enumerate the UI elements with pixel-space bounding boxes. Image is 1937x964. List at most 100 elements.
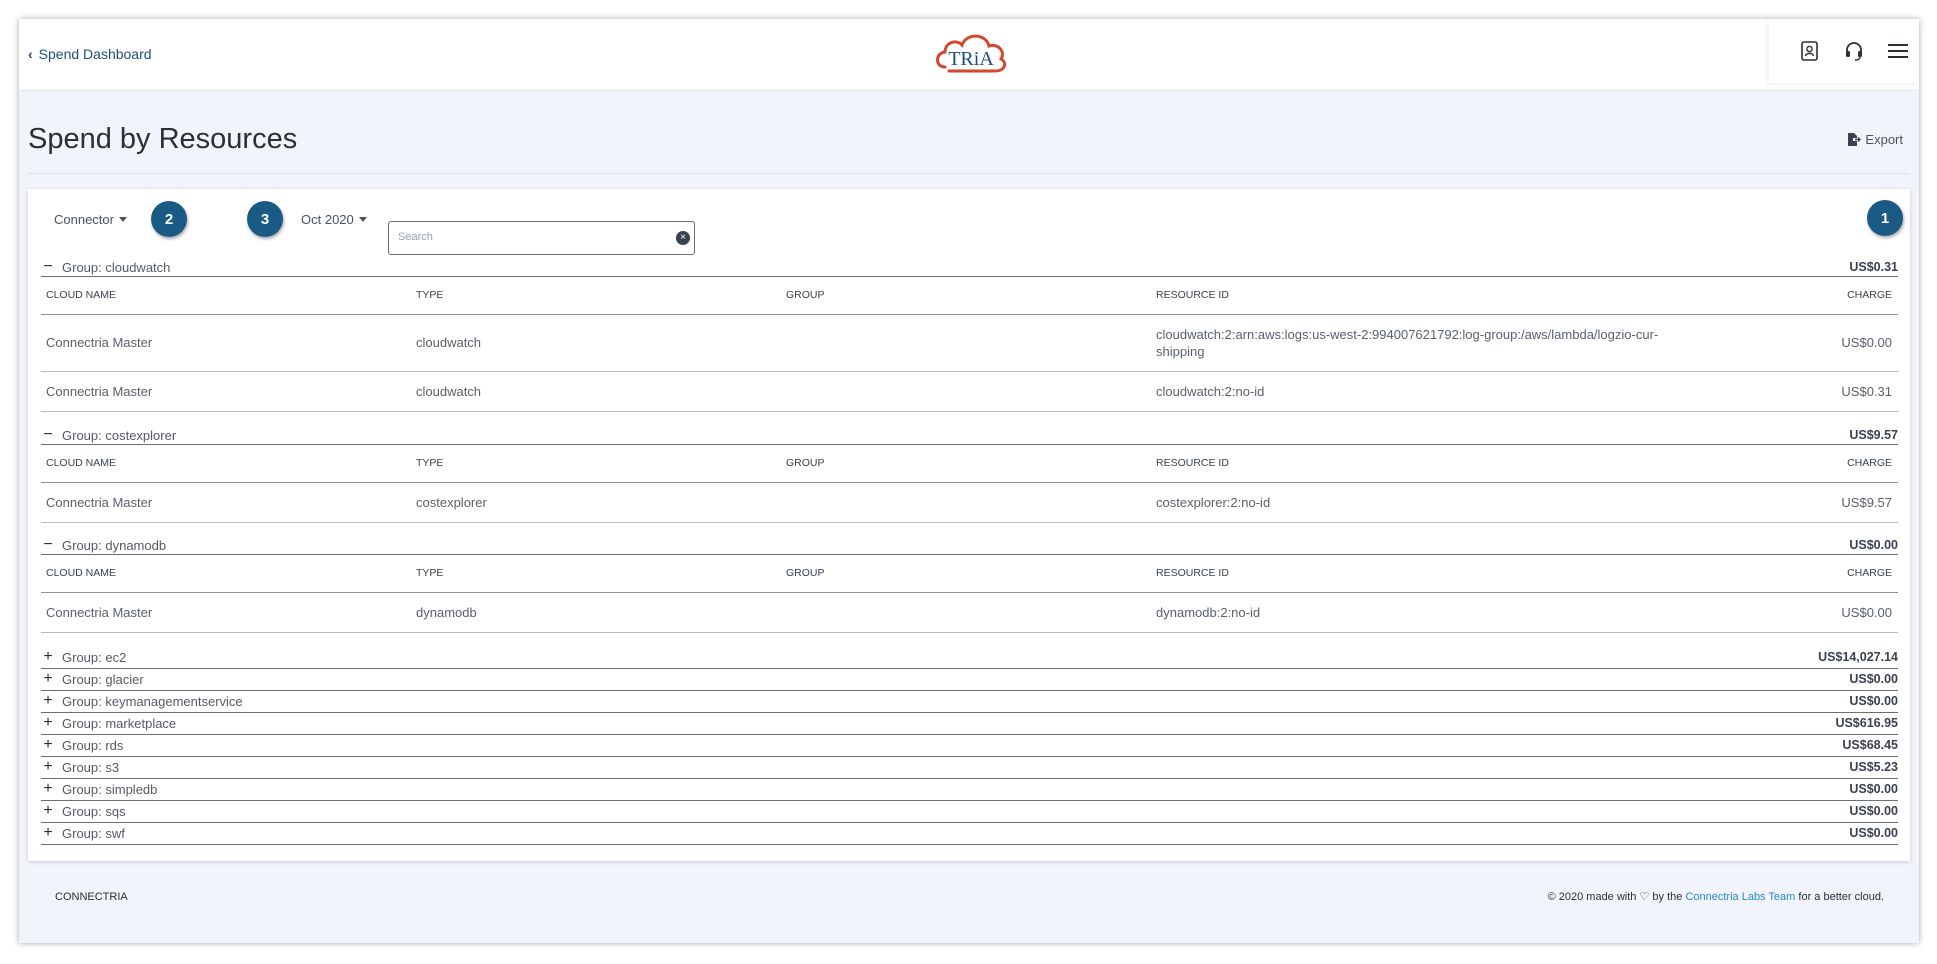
group-header[interactable]: + Group: ec2 US$14,027.14 bbox=[41, 647, 1898, 669]
team-link[interactable]: Connectria Labs Team bbox=[1685, 891, 1795, 903]
divider bbox=[28, 173, 1910, 174]
type: dynamodb bbox=[416, 605, 477, 620]
back-link-label: Spend Dashboard bbox=[38, 46, 152, 62]
month-label: Oct 2020 bbox=[301, 212, 354, 227]
menu-icon[interactable] bbox=[1887, 40, 1909, 62]
group-total: US$5.23 bbox=[1849, 760, 1898, 774]
group-header[interactable]: − Group: costexplorer US$9.57 bbox=[41, 426, 1898, 445]
group-header[interactable]: + Group: s3 US$5.23 bbox=[41, 757, 1898, 779]
col-type[interactable]: TYPE bbox=[416, 457, 443, 469]
type: cloudwatch bbox=[416, 335, 482, 350]
group-name: Group: costexplorer bbox=[62, 428, 177, 443]
col-group[interactable]: GROUP bbox=[786, 457, 825, 469]
collapse-icon[interactable]: − bbox=[41, 426, 55, 444]
collapse-icon[interactable]: − bbox=[41, 536, 55, 554]
expand-icon[interactable]: + bbox=[41, 670, 55, 688]
table-header: CLOUD NAME TYPE GROUP RESOURCE ID CHARGE bbox=[41, 445, 1898, 483]
cloud-name: Connectria Master bbox=[46, 495, 153, 510]
resource-id-line: cloudwatch:2:arn:aws:logs:us-west-2:9940… bbox=[1156, 327, 1659, 342]
expand-icon[interactable]: + bbox=[41, 758, 55, 776]
group-header[interactable]: − Group: cloudwatch US$0.31 bbox=[41, 258, 1898, 277]
cloud-name: Connectria Master bbox=[46, 605, 153, 620]
charge: US$0.00 bbox=[1841, 335, 1892, 350]
footer-copyright: © 2020 made with ♡ by the Connectria Lab… bbox=[1548, 890, 1884, 903]
table-row: Connectria Master cloudwatch cloudwatch:… bbox=[41, 372, 1898, 412]
col-charge[interactable]: CHARGE bbox=[1847, 567, 1892, 579]
group-name: Group: simpledb bbox=[62, 782, 158, 797]
expand-icon[interactable]: + bbox=[41, 802, 55, 820]
contacts-icon[interactable] bbox=[1799, 40, 1821, 62]
group-name: Group: sqs bbox=[62, 804, 126, 819]
col-cloud-name[interactable]: CLOUD NAME bbox=[46, 457, 116, 469]
type: cloudwatch bbox=[416, 384, 482, 399]
step-badge-2: 2 bbox=[151, 201, 187, 237]
group-total: US$0.00 bbox=[1849, 804, 1898, 818]
group-total: US$0.00 bbox=[1849, 782, 1898, 796]
group-total: US$9.57 bbox=[1849, 428, 1898, 442]
charge: US$0.00 bbox=[1841, 605, 1892, 620]
heart-icon: ♡ bbox=[1639, 891, 1650, 903]
group-total: US$0.00 bbox=[1849, 694, 1898, 708]
expand-icon[interactable]: + bbox=[41, 648, 55, 666]
col-resource-id[interactable]: RESOURCE ID bbox=[1156, 567, 1229, 579]
col-charge[interactable]: CHARGE bbox=[1847, 289, 1892, 301]
table-row: Connectria Master costexplorer costexplo… bbox=[41, 483, 1898, 523]
group-name: Group: ec2 bbox=[62, 650, 127, 665]
collapse-icon[interactable]: − bbox=[41, 258, 55, 276]
group-total: US$0.31 bbox=[1849, 260, 1898, 274]
connector-dropdown[interactable]: Connector bbox=[54, 212, 127, 227]
search-box: × bbox=[388, 221, 695, 255]
col-type[interactable]: TYPE bbox=[416, 289, 443, 301]
group-header[interactable]: − Group: dynamodb US$0.00 bbox=[41, 536, 1898, 555]
col-charge[interactable]: CHARGE bbox=[1847, 457, 1892, 469]
col-cloud-name[interactable]: CLOUD NAME bbox=[46, 289, 116, 301]
search-input[interactable] bbox=[389, 222, 659, 252]
clear-icon[interactable]: × bbox=[676, 231, 690, 245]
connector-label: Connector bbox=[54, 212, 114, 227]
charge: US$0.31 bbox=[1841, 384, 1892, 399]
group-header[interactable]: + Group: marketplace US$616.95 bbox=[41, 713, 1898, 735]
cloud-name: Connectria Master bbox=[46, 335, 153, 350]
headset-icon[interactable] bbox=[1843, 40, 1865, 62]
month-dropdown[interactable]: Oct 2020 bbox=[301, 212, 367, 227]
resource-id: dynamodb:2:no-id bbox=[1156, 605, 1261, 620]
back-link[interactable]: ‹ Spend Dashboard bbox=[28, 46, 152, 62]
resources-card: Connector 2 3 Oct 2020 × 1 − Group: clou… bbox=[28, 189, 1910, 861]
group-name: Group: dynamodb bbox=[62, 538, 167, 553]
charge: US$9.57 bbox=[1841, 495, 1892, 510]
group-name: Group: s3 bbox=[62, 760, 120, 775]
table-row: Connectria Master dynamodb dynamodb:2:no… bbox=[41, 593, 1898, 633]
group-header[interactable]: + Group: simpledb US$0.00 bbox=[41, 779, 1898, 801]
expand-icon[interactable]: + bbox=[41, 780, 55, 798]
col-group[interactable]: GROUP bbox=[786, 289, 825, 301]
cloud-name: Connectria Master bbox=[46, 384, 153, 399]
copyright-suffix: for a better cloud. bbox=[1798, 891, 1884, 903]
top-bar: ‹ Spend Dashboard TRiA bbox=[19, 19, 1919, 91]
footer-brand: CONNECTRIA bbox=[55, 891, 128, 903]
table-header: CLOUD NAME TYPE GROUP RESOURCE ID CHARGE bbox=[41, 277, 1898, 315]
group-header[interactable]: + Group: sqs US$0.00 bbox=[41, 801, 1898, 823]
app-window: ‹ Spend Dashboard TRiA Spend by Resource… bbox=[19, 19, 1919, 943]
resource-id: cloudwatch:2:no-id bbox=[1156, 384, 1265, 399]
group-name: Group: marketplace bbox=[62, 716, 177, 731]
col-type[interactable]: TYPE bbox=[416, 567, 443, 579]
col-group[interactable]: GROUP bbox=[786, 567, 825, 579]
group-header[interactable]: + Group: swf US$0.00 bbox=[41, 823, 1898, 845]
col-resource-id[interactable]: RESOURCE ID bbox=[1156, 289, 1229, 301]
expand-icon[interactable]: + bbox=[41, 824, 55, 842]
group-name: Group: swf bbox=[62, 826, 125, 841]
export-button[interactable]: Export bbox=[1847, 132, 1903, 147]
expand-icon[interactable]: + bbox=[41, 692, 55, 710]
col-resource-id[interactable]: RESOURCE ID bbox=[1156, 457, 1229, 469]
resource-groups: − Group: cloudwatch US$0.31 CLOUD NAME T… bbox=[41, 258, 1898, 845]
expand-icon[interactable]: + bbox=[41, 736, 55, 754]
group-header[interactable]: + Group: glacier US$0.00 bbox=[41, 669, 1898, 691]
col-cloud-name[interactable]: CLOUD NAME bbox=[46, 567, 116, 579]
group-header[interactable]: + Group: keymanagementservice US$0.00 bbox=[41, 691, 1898, 713]
group-total: US$14,027.14 bbox=[1818, 650, 1898, 664]
table-header: CLOUD NAME TYPE GROUP RESOURCE ID CHARGE bbox=[41, 555, 1898, 593]
expand-icon[interactable]: + bbox=[41, 714, 55, 732]
group-total: US$68.45 bbox=[1842, 738, 1898, 752]
group-total: US$0.00 bbox=[1849, 538, 1898, 552]
group-header[interactable]: + Group: rds US$68.45 bbox=[41, 735, 1898, 757]
